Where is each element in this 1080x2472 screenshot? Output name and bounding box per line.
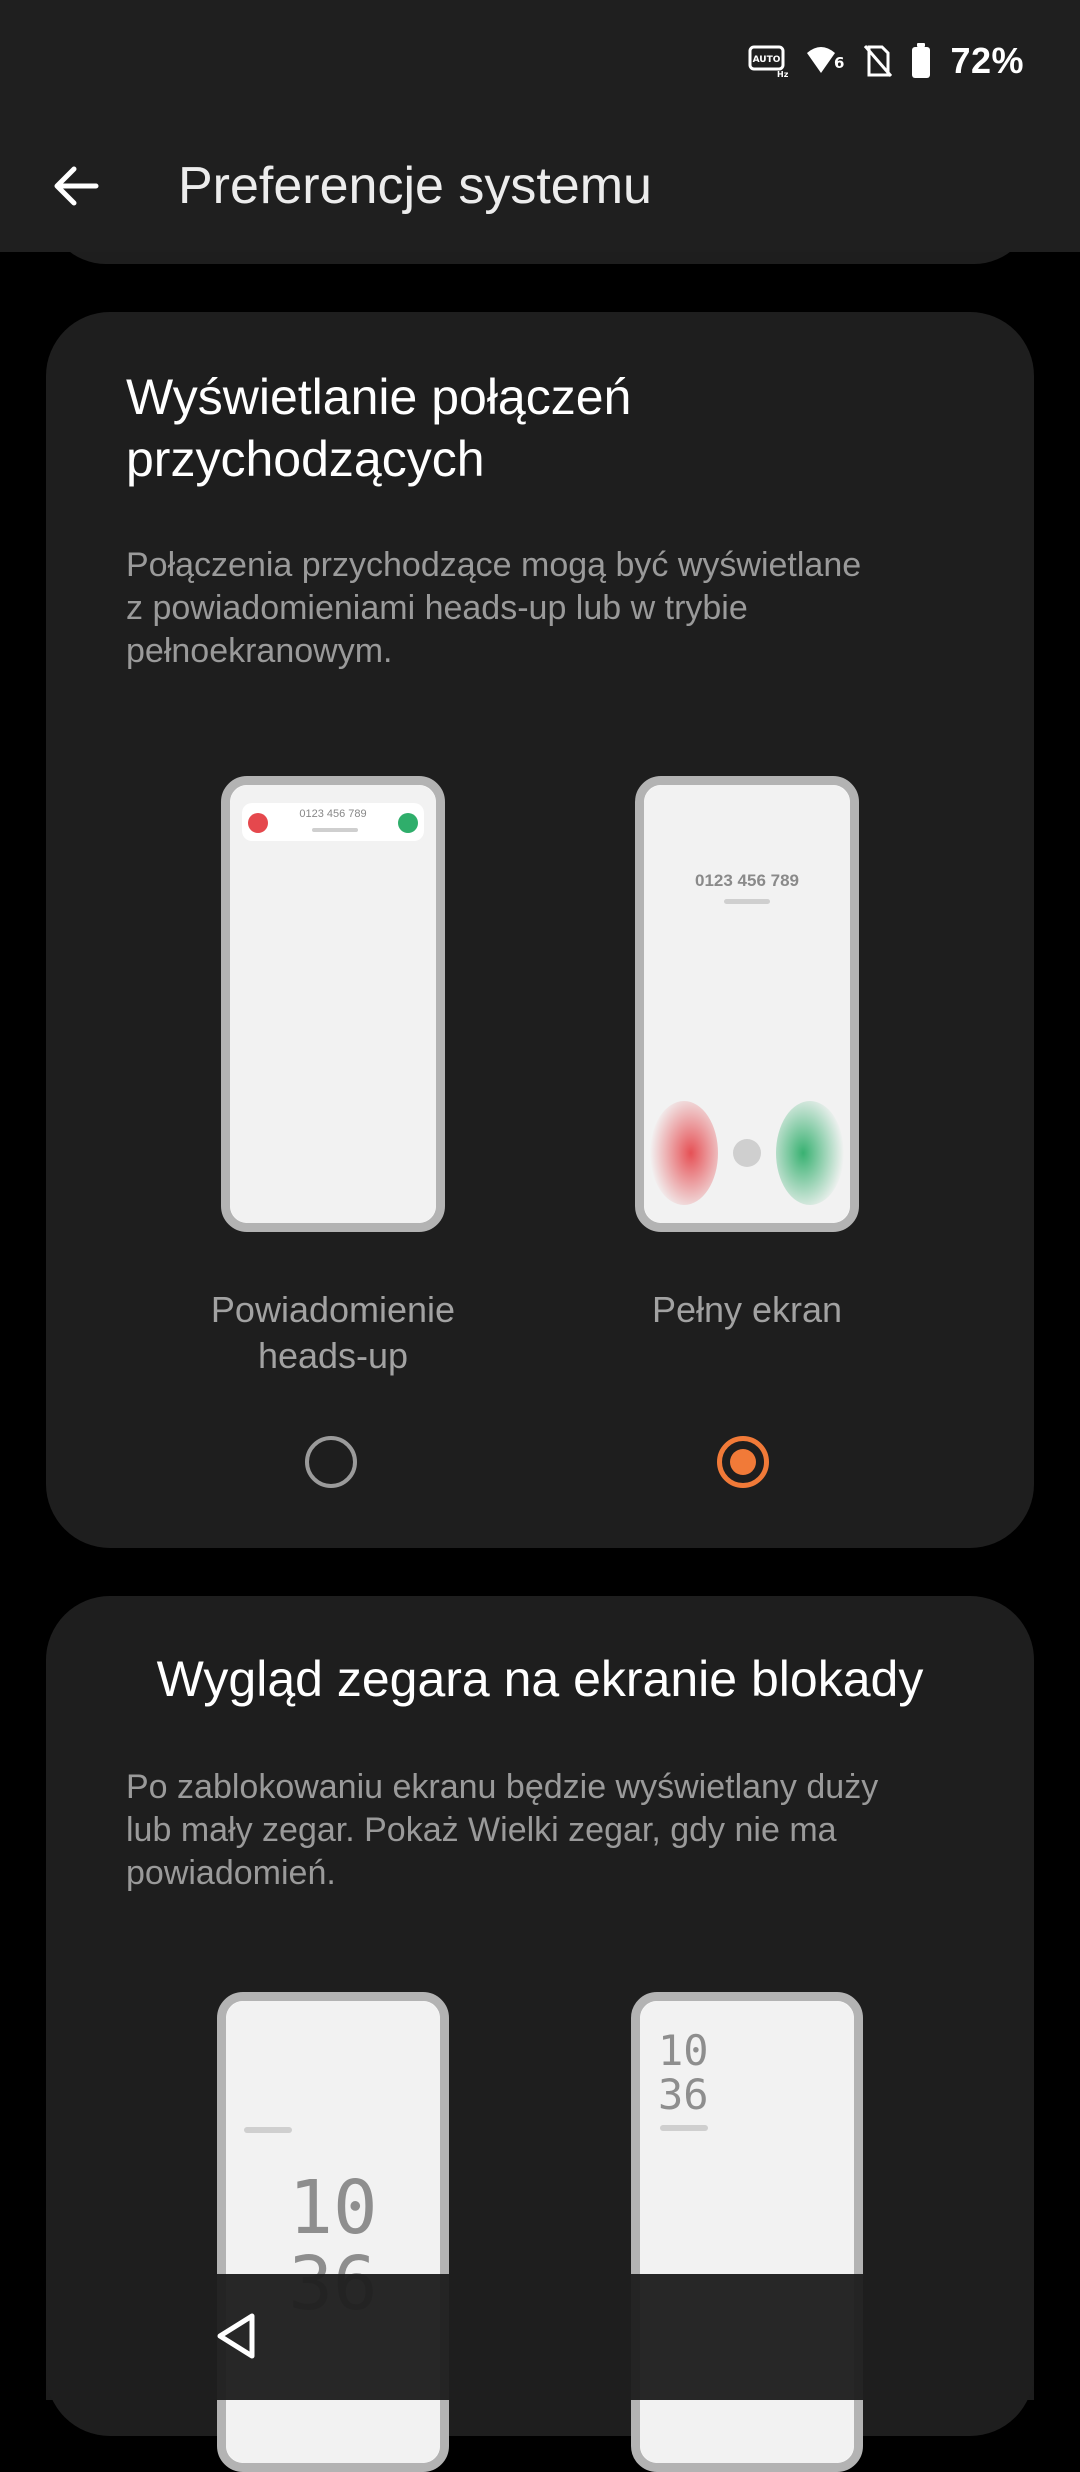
svg-text:Hz: Hz <box>777 70 788 78</box>
incoming-calls-title-line1: Wyświetlanie połączeń <box>126 369 632 425</box>
incoming-calls-title-line2: przychodzących <box>126 431 485 487</box>
svg-text:6: 6 <box>834 54 844 72</box>
full-screen-number: 0123 456 789 <box>695 871 799 890</box>
app-bar: Preferencje systemu <box>0 120 1080 252</box>
small-clock-hours: 10 <box>658 2026 709 2075</box>
heads-up-preview-screen: 0123 456 789 <box>230 785 436 1223</box>
heads-up-label: Powiadomienie heads-up <box>173 1287 493 1379</box>
heads-up-label-line1: Powiadomienie <box>210 1289 456 1330</box>
lockscreen-clock-description: Po zablokowaniu ekranu będzie wyświetlan… <box>126 1766 944 1895</box>
lockscreen-clock-description-line3: powiadomień. <box>126 1854 336 1892</box>
no-sim-icon <box>864 45 893 77</box>
full-screen-label: Pełny ekran <box>587 1287 907 1333</box>
large-clock-handle <box>244 2127 292 2133</box>
full-screen-radio[interactable] <box>717 1436 769 1488</box>
triangle-back-icon[interactable] <box>206 2304 270 2368</box>
page-title: Preferencje systemu <box>178 157 652 215</box>
arrow-left-icon <box>54 166 99 206</box>
small-clock-preview[interactable]: 10 36 <box>631 1992 863 2472</box>
swipe-center-icon <box>733 1139 761 1167</box>
status-bar: AUTO Hz 6 72% <box>0 0 1080 120</box>
heads-up-radio[interactable] <box>305 1436 357 1488</box>
incoming-calls-description-line2: z powiadomieniami heads-up lub w trybie <box>126 589 748 627</box>
navigation-bar <box>46 2274 1034 2400</box>
incoming-calls-title: Wyświetlanie połączeń przychodzących <box>126 366 954 490</box>
decline-swipe-icon <box>650 1101 718 1205</box>
heads-up-number: 0123 456 789 <box>299 808 367 820</box>
full-screen-preview[interactable]: 0123 456 789 <box>635 776 859 1232</box>
small-clock-handle <box>660 2125 708 2131</box>
incoming-calls-description: Połączenia przychodzące mogą być wyświet… <box>126 544 944 673</box>
heads-up-handle <box>312 828 358 832</box>
lockscreen-clock-description-line1: Po zablokowaniu ekranu będzie wyświetlan… <box>126 1768 879 1806</box>
heads-up-preview[interactable]: 0123 456 789 <box>221 776 445 1232</box>
decline-dot-icon <box>248 813 268 833</box>
full-screen-preview-screen: 0123 456 789 <box>644 785 850 1223</box>
heads-up-banner: 0123 456 789 <box>242 803 424 841</box>
accept-swipe-icon <box>776 1101 844 1205</box>
incoming-calls-description-line3: pełnoekranowym. <box>126 632 393 670</box>
small-clock-minutes: 36 <box>658 2070 709 2119</box>
svg-text:AUTO: AUTO <box>753 55 781 65</box>
large-clock-preview[interactable]: 10 36 <box>217 1992 449 2472</box>
wifi-6-icon: 6 <box>807 47 845 73</box>
call-swipe-controls <box>650 1101 844 1205</box>
large-clock-hours: 10 <box>288 2165 378 2251</box>
full-screen-label-line1: Pełny ekran <box>651 1289 843 1330</box>
incoming-calls-card: Wyświetlanie połączeń przychodzących Poł… <box>46 312 1034 1548</box>
accept-dot-icon <box>398 813 418 833</box>
lockscreen-clock-description-line2: lub mały zegar. Pokaż Wielki zegar, gdy … <box>126 1811 837 1849</box>
battery-percent: 72% <box>950 40 1024 81</box>
auto-hz-icon: AUTO Hz <box>748 45 788 78</box>
status-icons: AUTO Hz 6 72% <box>748 36 1024 86</box>
battery-icon <box>912 43 931 78</box>
back-button[interactable] <box>36 146 116 226</box>
lockscreen-clock-title: Wygląd zegara na ekranie blokady <box>156 1651 924 1707</box>
heads-up-label-line2: heads-up <box>257 1335 409 1376</box>
full-screen-handle <box>724 899 770 904</box>
incoming-calls-description-line1: Połączenia przychodzące mogą być wyświet… <box>126 546 862 584</box>
radio-selected-dot <box>730 1449 756 1475</box>
